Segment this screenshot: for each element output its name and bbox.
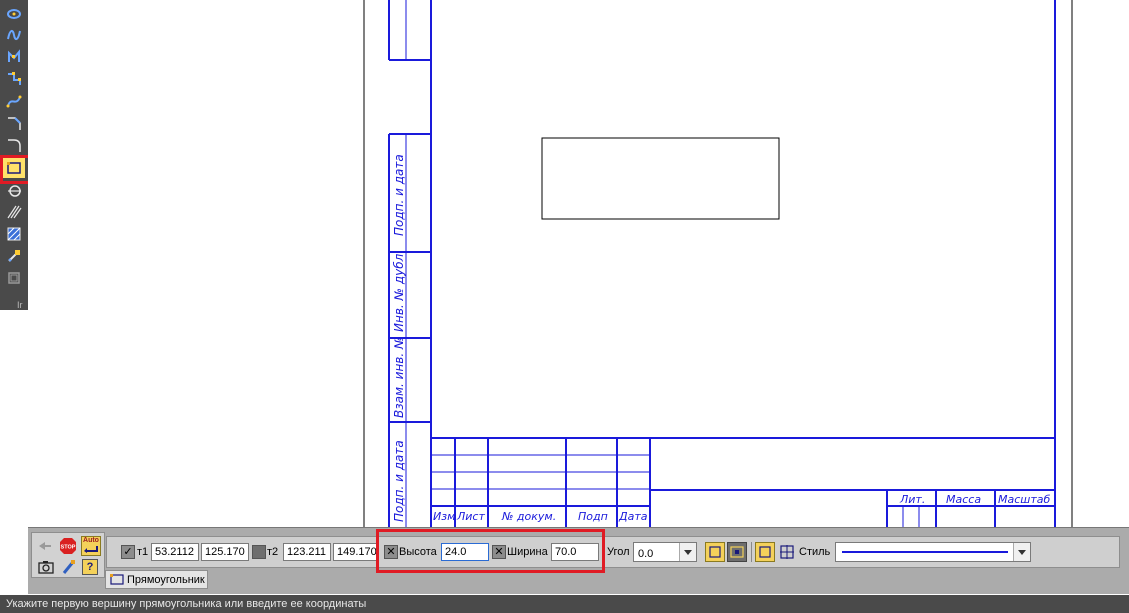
title-header-mass: Масса: [946, 493, 981, 506]
rectangle-icon: [110, 574, 124, 585]
hatch-icon[interactable]: [3, 202, 25, 222]
stamp-header-sign: Подп: [578, 510, 608, 523]
chevron-down-icon: [679, 543, 696, 561]
back-arrow-icon[interactable]: [38, 541, 52, 554]
t1-lock-checkbox[interactable]: ✓: [121, 545, 135, 559]
no-hatch-toggle[interactable]: [755, 542, 775, 562]
enter-arrow-icon: [84, 546, 98, 553]
ellipse-icon[interactable]: [3, 4, 25, 24]
t2-lock-checkbox[interactable]: [252, 545, 266, 559]
help-icon[interactable]: ?: [82, 559, 98, 575]
bezier-icon[interactable]: [3, 91, 25, 111]
angle-value: 0.0: [638, 548, 654, 560]
t2-x-field[interactable]: 123.211: [283, 543, 331, 561]
equidistant-icon[interactable]: [3, 268, 25, 288]
square-icon: [759, 546, 771, 558]
stamp-header-doc-no: № докум.: [501, 510, 556, 523]
drawing-canvas[interactable]: Подп. и дата Инв. № дубл. Взам. инв. № П…: [28, 0, 1129, 527]
panel-control-block: STOP Auto ?: [31, 532, 105, 578]
status-bar: Укажите первую вершину прямоугольника ил…: [0, 595, 1129, 613]
angle-select[interactable]: 0.0: [633, 542, 697, 562]
contour-icon[interactable]: [3, 246, 25, 266]
spline-icon[interactable]: [3, 25, 25, 45]
title-header-lit: Лит.: [899, 493, 925, 506]
fillet-icon[interactable]: [3, 135, 25, 155]
properties-brush-icon[interactable]: [61, 559, 77, 578]
no-axes-toggle[interactable]: [705, 542, 725, 562]
toolbar-grip-icon[interactable]: Ir: [17, 300, 23, 310]
stop-button[interactable]: STOP: [59, 537, 77, 555]
broken-line-icon[interactable]: [3, 69, 25, 89]
angle-label: Угол: [607, 546, 630, 558]
rect-axes-icon: [730, 546, 744, 558]
side-label-dup-inv: Инв. № дубл.: [392, 250, 406, 332]
cross-square-icon: [780, 545, 794, 559]
t2-y-field[interactable]: 149.170: [333, 543, 379, 561]
style-label: Стиль: [799, 546, 831, 558]
separator: [751, 542, 752, 562]
chamfer-icon[interactable]: [3, 113, 25, 133]
tab-label: Прямоугольник: [127, 573, 205, 586]
rect-outline-icon: [709, 546, 721, 558]
t1-label: т1: [137, 546, 149, 558]
size-fields-highlight: [376, 529, 605, 573]
axis-lines-toggle[interactable]: [777, 542, 797, 562]
status-text: Укажите первую вершину прямоугольника ил…: [6, 598, 367, 610]
tab-rectangle[interactable]: Прямоугольник: [105, 570, 208, 589]
stamp-header-izm: Изм: [433, 510, 455, 523]
fill-icon[interactable]: [3, 224, 25, 244]
side-label-sign-date-2: Подп. и дата: [392, 440, 406, 522]
side-label-replace-inv: Взам. инв. №: [392, 337, 406, 418]
drawn-rectangle: [541, 137, 780, 220]
parameters-strip: ✓ т1 53.2112 125.170 т2 123.211 149.170 …: [106, 536, 1120, 568]
polyline-icon[interactable]: [3, 47, 25, 67]
stamp-header-date: Дата: [618, 510, 648, 523]
title-header-scale: Масштаб: [998, 493, 1050, 506]
line-style-select[interactable]: [835, 542, 1031, 562]
chevron-down-icon: [1013, 543, 1030, 561]
t1-lock-icon: ✓: [123, 546, 133, 558]
auto-label: Auto: [83, 537, 99, 544]
stamp-header-list: Лист: [456, 510, 485, 523]
t2-label: т2: [267, 546, 279, 558]
line-style-preview: [842, 551, 1008, 553]
t1-y-field[interactable]: 125.170: [201, 543, 249, 561]
with-axes-toggle[interactable]: [727, 542, 747, 562]
rectangle-tool-highlight: [0, 155, 31, 184]
snapshot-icon[interactable]: [38, 560, 54, 577]
auto-create-button[interactable]: Auto: [81, 536, 101, 556]
drawing-sheet: Подп. и дата Инв. № дубл. Взам. инв. № П…: [363, 0, 1073, 527]
svg-text:STOP: STOP: [61, 545, 76, 551]
t1-x-field[interactable]: 53.2112: [151, 543, 199, 561]
side-label-sign-date-1: Подп. и дата: [392, 154, 406, 236]
